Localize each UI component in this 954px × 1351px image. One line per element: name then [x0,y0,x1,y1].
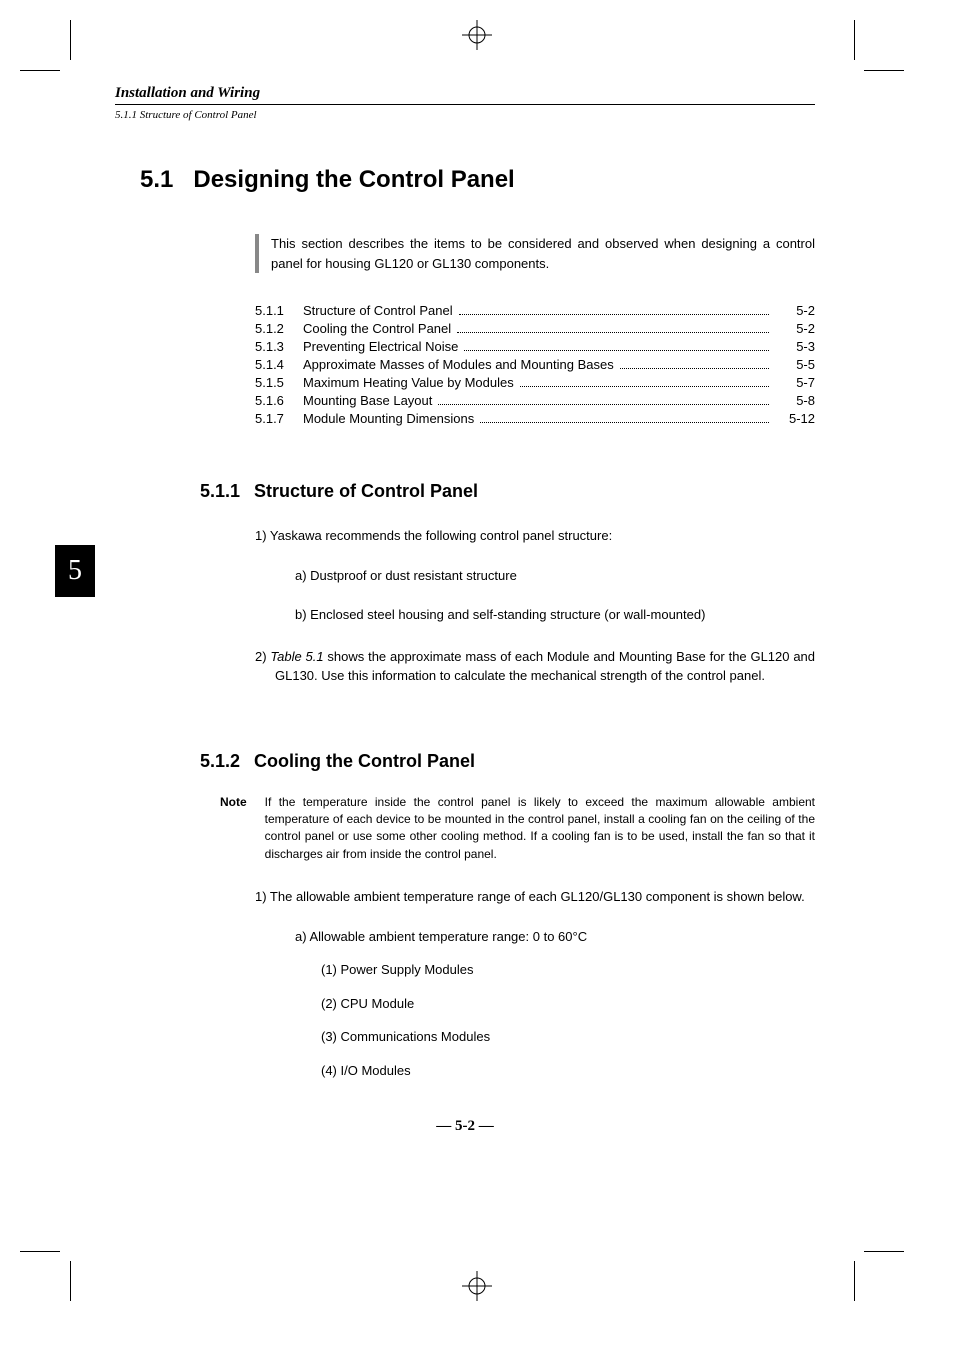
toc-dots [620,368,769,369]
toc-page: 5-8 [775,393,815,408]
note-label: Note [220,794,247,864]
toc-dots [520,386,769,387]
subsection-number: 5.1.1 [200,481,240,502]
intro-block: This section describes the items to be c… [255,234,815,273]
text: 2) [255,649,270,664]
list-item: (2) CPU Module [321,994,815,1014]
toc-page: 5-12 [775,411,815,426]
toc-title: Maximum Heating Value by Modules [303,375,514,390]
toc-page: 5-5 [775,357,815,372]
toc-num: 5.1.7 [255,411,303,426]
toc-num: 5.1.5 [255,375,303,390]
text: shows the approximate mass of each Modul… [275,649,815,684]
toc-num: 5.1.3 [255,339,303,354]
note-text: If the temperature inside the control pa… [265,794,815,864]
list-item: 2) Table 5.1 shows the approximate mass … [255,647,815,686]
toc-row: 5.1.4 Approximate Masses of Modules and … [255,357,815,372]
note-block: Note If the temperature inside the contr… [220,794,815,864]
list-item: a) Dustproof or dust resistant structure [295,566,815,586]
list-item: a) Allowable ambient temperature range: … [295,927,815,947]
toc-num: 5.1.2 [255,321,303,336]
registration-mark [462,1271,492,1301]
text: a) Allowable ambient temperature range: … [295,929,573,944]
toc-title: Cooling the Control Panel [303,321,451,336]
subsection-title: Structure of Control Panel [254,481,478,502]
subsection-heading: 5.1.2 Cooling the Control Panel [200,751,815,772]
toc-title: Structure of Control Panel [303,303,453,318]
toc-dots [459,314,769,315]
list-item: 1) Yaskawa recommends the following cont… [255,526,815,546]
toc-row: 5.1.2 Cooling the Control Panel 5-2 [255,321,815,336]
body-text: 1) The allowable ambient temperature ran… [255,887,815,1080]
section-number: 5.1 [140,166,173,194]
toc-num: 5.1.4 [255,357,303,372]
page-number: — 5-2 — [115,1118,815,1135]
running-head: Installation and Wiring [115,85,815,105]
subsection-number: 5.1.2 [200,751,240,772]
list-item: (1) Power Supply Modules [321,960,815,980]
intro-bar [255,234,259,273]
toc-dots [457,332,769,333]
list-item: 1) The allowable ambient temperature ran… [255,887,815,907]
toc-dots [438,404,769,405]
toc-num: 5.1.6 [255,393,303,408]
body-text: 1) Yaskawa recommends the following cont… [255,526,815,686]
chapter-tab: 5 [55,545,95,597]
toc-title: Approximate Masses of Modules and Mounti… [303,357,614,372]
registration-mark [462,20,492,50]
text: C [578,929,587,944]
subsection-heading: 5.1.1 Structure of Control Panel [200,481,815,502]
list-item: (4) I/O Modules [321,1061,815,1081]
toc-page: 5-2 [775,321,815,336]
intro-text: This section describes the items to be c… [271,234,815,273]
toc-title: Module Mounting Dimensions [303,411,474,426]
toc-page: 5-3 [775,339,815,354]
crop-mark [30,30,70,70]
toc-row: 5.1.5 Maximum Heating Value by Modules 5… [255,375,815,390]
running-sub: 5.1.1 Structure of Control Panel [115,109,815,121]
toc-row: 5.1.3 Preventing Electrical Noise 5-3 [255,339,815,354]
crop-mark [854,1251,894,1291]
mini-toc: 5.1.1 Structure of Control Panel 5-2 5.1… [255,303,815,426]
toc-row: 5.1.6 Mounting Base Layout 5-8 [255,393,815,408]
toc-title: Preventing Electrical Noise [303,339,458,354]
list-item: (3) Communications Modules [321,1027,815,1047]
section-title: Designing the Control Panel [193,166,514,194]
toc-dots [480,422,769,423]
crop-mark [854,30,894,70]
crop-mark [30,1251,70,1291]
toc-num: 5.1.1 [255,303,303,318]
list-item: b) Enclosed steel housing and self-stand… [295,605,815,625]
subsection-title: Cooling the Control Panel [254,751,475,772]
toc-row: 5.1.1 Structure of Control Panel 5-2 [255,303,815,318]
toc-page: 5-7 [775,375,815,390]
table-reference: Table 5.1 [270,649,323,664]
toc-title: Mounting Base Layout [303,393,432,408]
toc-row: 5.1.7 Module Mounting Dimensions 5-12 [255,411,815,426]
section-heading: 5.1 Designing the Control Panel [140,166,815,194]
toc-page: 5-2 [775,303,815,318]
toc-dots [464,350,769,351]
